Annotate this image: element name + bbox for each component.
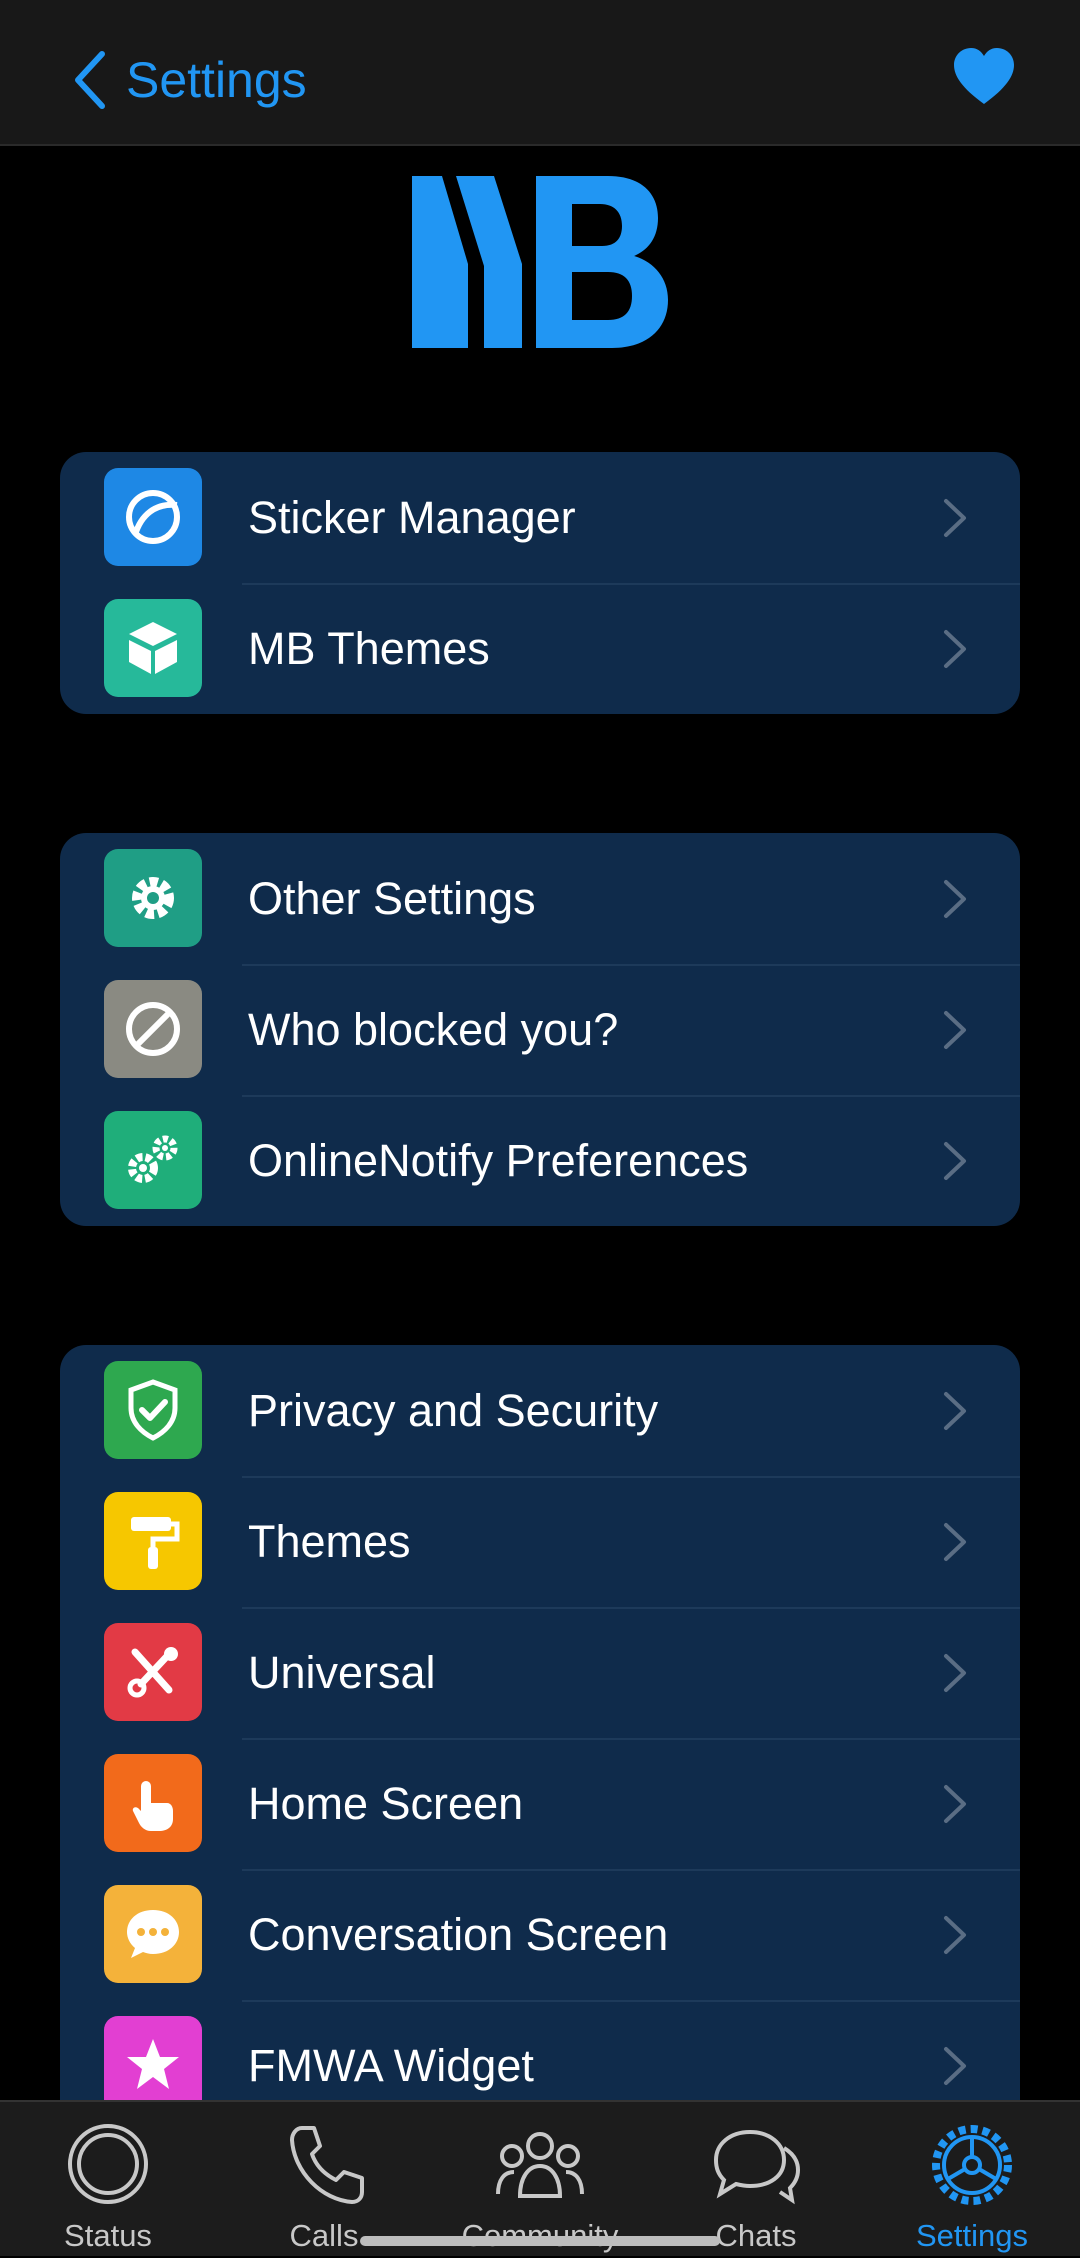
row-label: Other Settings <box>248 872 536 924</box>
universal-row[interactable]: Universal <box>60 1607 1020 1738</box>
heart-icon[interactable] <box>952 46 1016 110</box>
tools-icon <box>104 1623 202 1721</box>
package-icon <box>104 599 202 697</box>
fmwa-widget-row[interactable]: FMWA Widget <box>60 2000 1020 2100</box>
chevron-right-icon <box>944 880 966 918</box>
shield-check-icon <box>104 1361 202 1459</box>
settings-group-1: Sticker Manager MB Themes <box>60 452 1020 714</box>
top-bar: Settings <box>0 0 1080 146</box>
chevron-right-icon <box>944 1392 966 1430</box>
sticker-manager-row[interactable]: Sticker Manager <box>60 452 1020 583</box>
back-button[interactable]: Settings <box>70 40 307 120</box>
settings-group-3: Privacy and Security Themes Universal Ho… <box>60 1345 1020 2100</box>
mb-themes-row[interactable]: MB Themes <box>60 583 1020 714</box>
back-label: Settings <box>126 52 307 108</box>
who-blocked-you-row[interactable]: Who blocked you? <box>60 964 1020 1095</box>
conversation-screen-row[interactable]: Conversation Screen <box>60 1869 1020 2000</box>
bottom-tab-bar: Status Calls Community Chats Settings <box>0 2100 1080 2256</box>
chevron-right-icon <box>944 1523 966 1561</box>
row-label: Privacy and Security <box>248 1384 659 1436</box>
blocked-icon <box>104 980 202 1078</box>
tab-label: Status <box>64 2218 152 2253</box>
phone-icon <box>290 2126 364 2204</box>
chevron-right-icon <box>944 1654 966 1692</box>
community-icon <box>496 2132 584 2198</box>
settings-gear-icon <box>932 2125 1012 2205</box>
onlinenotify-preferences-row[interactable]: OnlineNotify Preferences <box>60 1095 1020 1226</box>
row-label: MB Themes <box>248 622 490 674</box>
tab-status[interactable]: Status <box>18 2122 198 2258</box>
privacy-security-row[interactable]: Privacy and Security <box>60 1345 1020 1476</box>
row-label: OnlineNotify Preferences <box>248 1134 749 1186</box>
chevron-right-icon <box>944 1011 966 1049</box>
chevron-right-icon <box>944 630 966 668</box>
mb-logo <box>412 176 668 348</box>
tab-label: Calls <box>289 2218 359 2253</box>
row-label: Themes <box>248 1515 411 1567</box>
row-label: Who blocked you? <box>248 1003 619 1055</box>
row-label: FMWA Widget <box>248 2039 534 2091</box>
gears-icon <box>104 1111 202 1209</box>
star-icon <box>104 2016 202 2100</box>
tab-settings[interactable]: Settings <box>882 2122 1062 2258</box>
chevron-right-icon <box>944 1142 966 1180</box>
chevron-right-icon <box>944 2047 966 2085</box>
tap-hand-icon <box>104 1754 202 1852</box>
chevron-right-icon <box>944 1785 966 1823</box>
home-indicator[interactable] <box>360 2236 720 2246</box>
sticker-icon <box>104 468 202 566</box>
paint-roller-icon <box>104 1492 202 1590</box>
chevron-right-icon <box>944 499 966 537</box>
home-screen-row[interactable]: Home Screen <box>60 1738 1020 1869</box>
row-label: Home Screen <box>248 1777 524 1829</box>
themes-row[interactable]: Themes <box>60 1476 1020 1607</box>
tab-label: Chats <box>715 2218 797 2253</box>
tab-label: Settings <box>915 2218 1028 2253</box>
other-settings-row[interactable]: Other Settings <box>60 833 1020 964</box>
gear-icon <box>104 849 202 947</box>
chat-bubble-icon <box>104 1885 202 1983</box>
chevron-right-icon <box>944 1916 966 1954</box>
chats-icon <box>713 2129 801 2205</box>
settings-group-2: Other Settings Who blocked you? OnlineNo… <box>60 833 1020 1226</box>
status-icon <box>68 2124 148 2204</box>
row-label: Conversation Screen <box>248 1908 669 1960</box>
row-label: Sticker Manager <box>248 491 576 543</box>
chevron-left-icon <box>75 51 105 109</box>
row-label: Universal <box>248 1646 436 1698</box>
